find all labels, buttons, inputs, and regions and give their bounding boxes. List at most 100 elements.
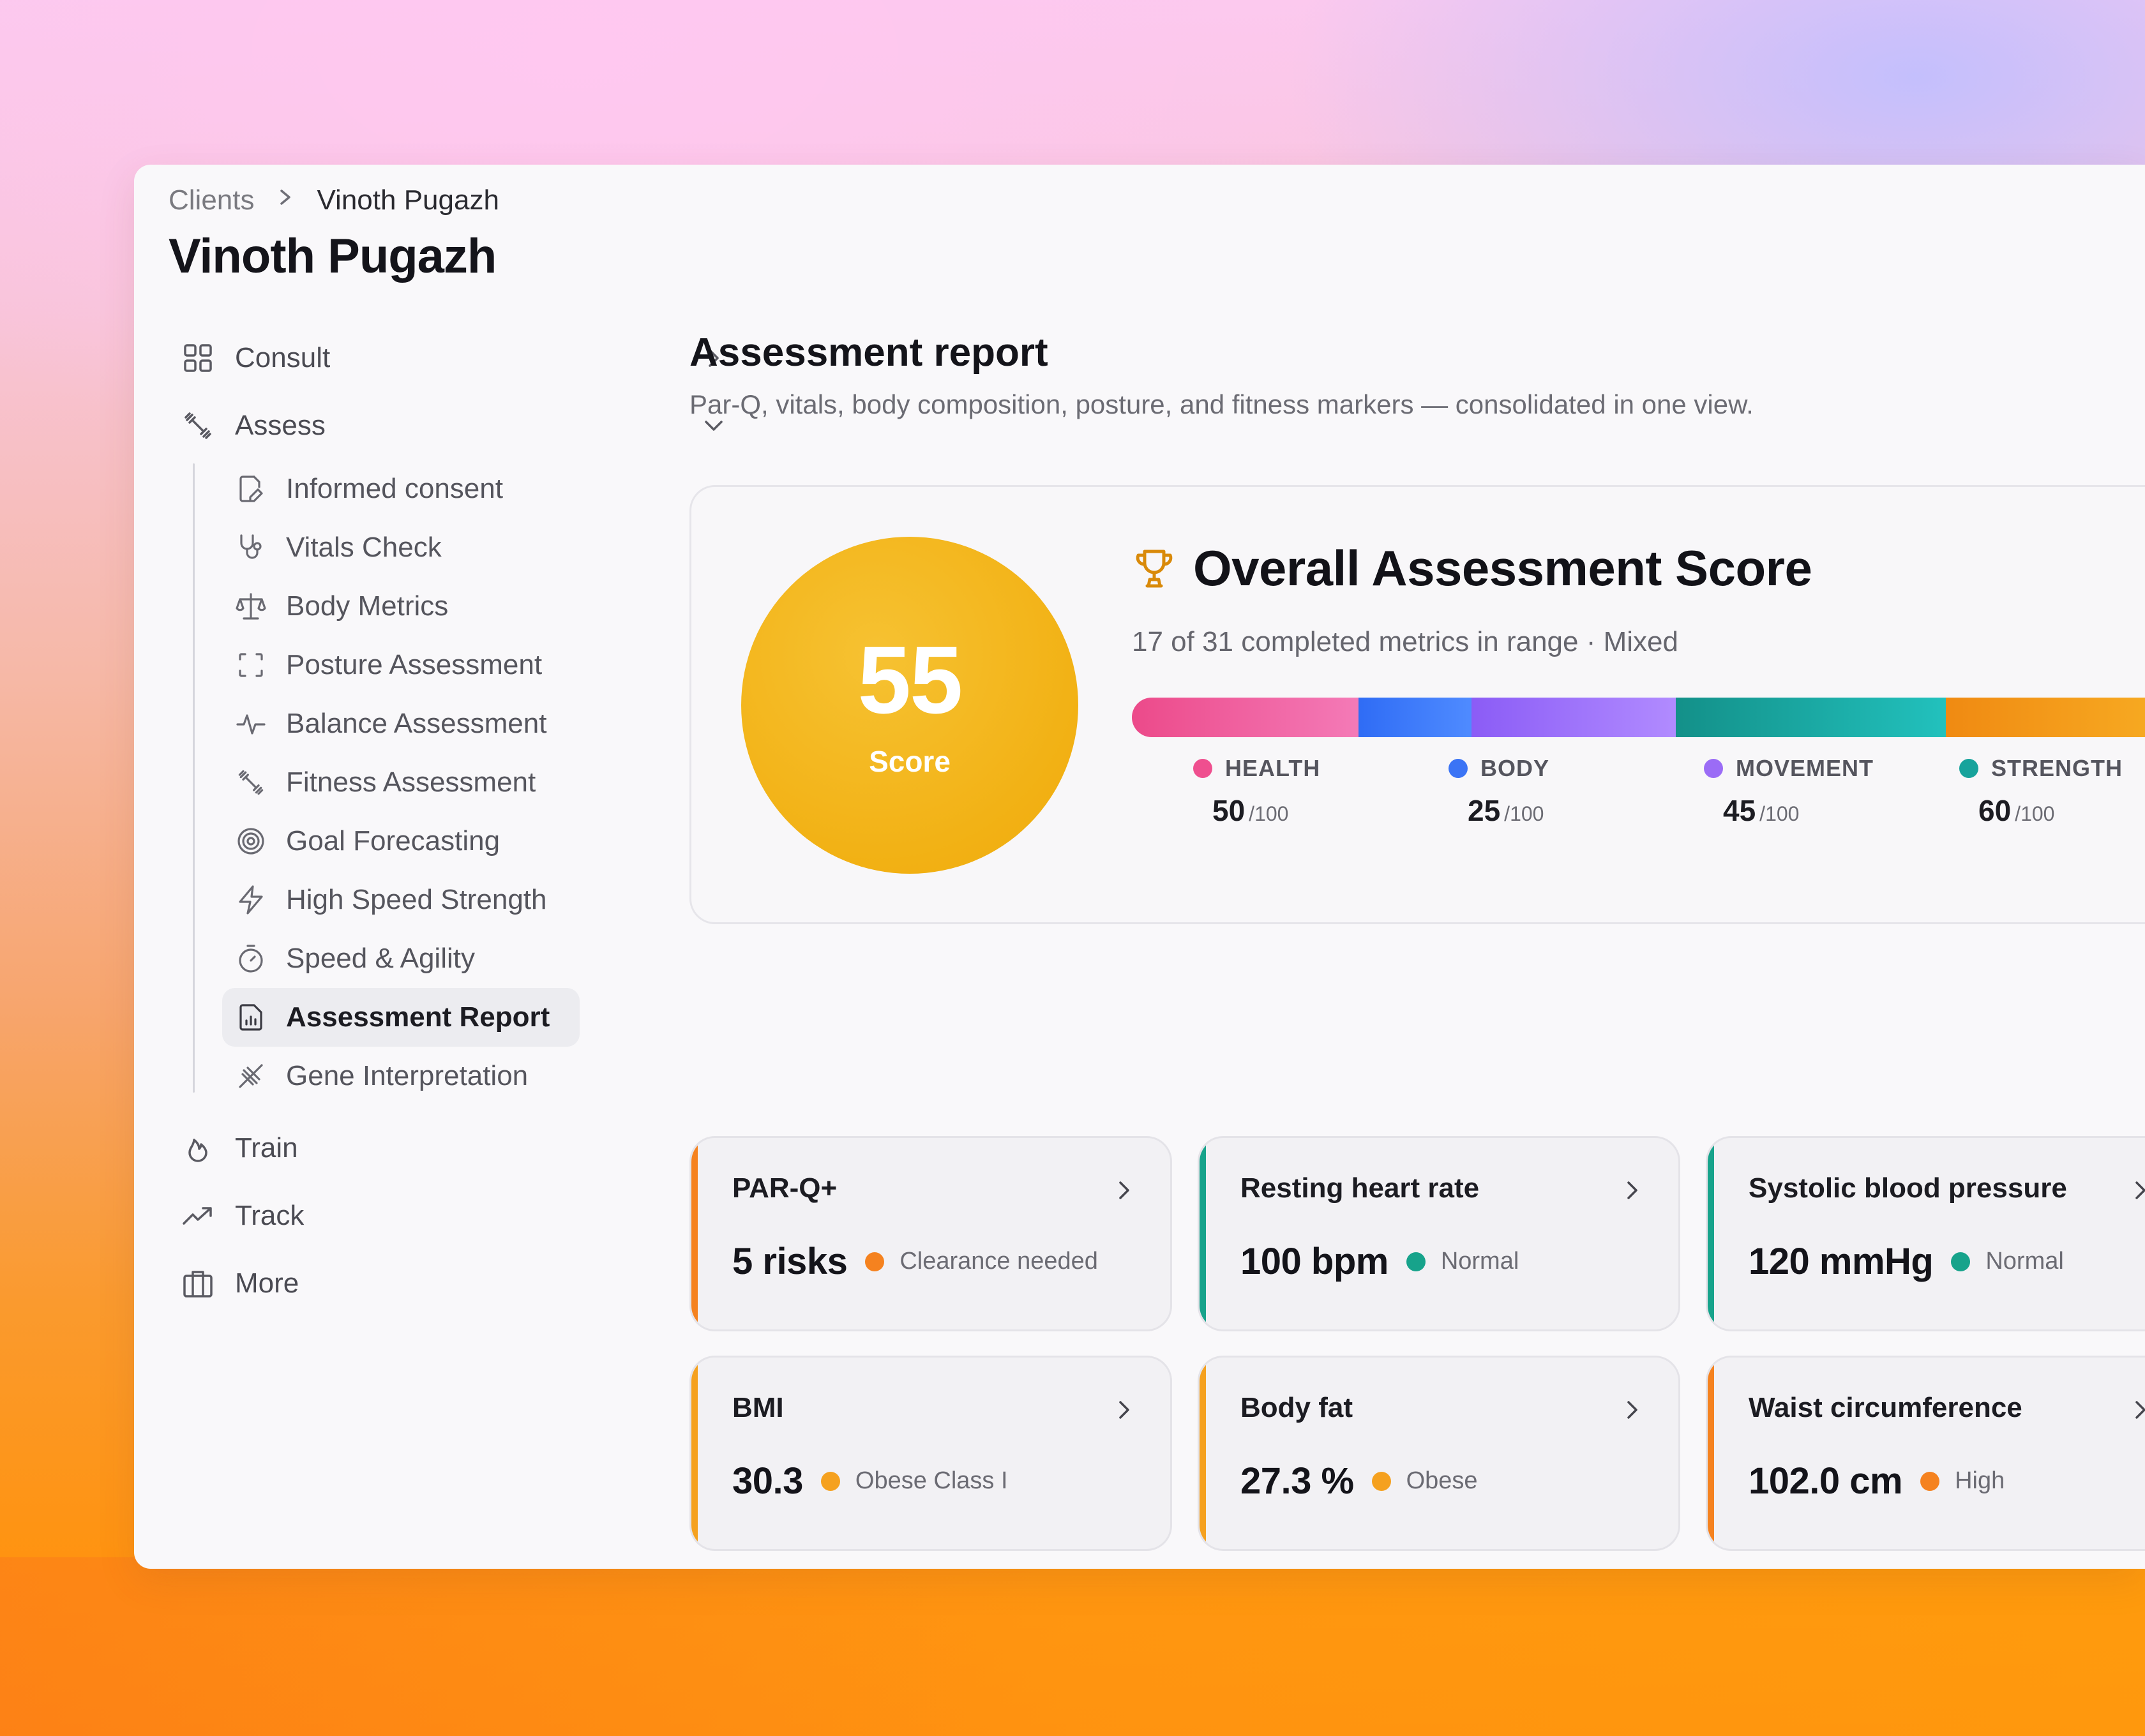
sidebar: Consult Assess Informed consent Vitals C… [179,324,741,1317]
chevron-right-icon [1119,1401,1129,1419]
score-bar-segment-health [1132,698,1358,737]
card-title: Systolic blood pressure [1749,1172,2067,1204]
background-band [0,1557,2145,1736]
sidebar-item-goal-forecasting[interactable]: Goal Forecasting [222,812,580,871]
sidebar-item-track[interactable]: Track [179,1182,741,1250]
legend-unit: /100 [1759,802,1800,825]
dna-icon [232,1058,269,1095]
overall-score-heading: Overall Assessment Score [1132,539,1812,597]
score-legend: HEALTH 50/100 BODY 25/100 MOVEMENT 45/100 STRE… [1132,755,2145,828]
sidebar-item-vitals-check[interactable]: Vitals Check [222,518,580,577]
sidebar-item-assess[interactable]: Assess [179,392,741,460]
section-subtitle: Par-Q, vitals, body composition, posture… [689,389,1754,419]
sidebar-item-label: More [235,1268,299,1299]
score-value: 55 [857,626,963,733]
card-status: Normal [1985,1248,2064,1275]
legend-value: 25/100 [1449,793,1643,828]
overall-score-card: 55 Score Overall Assessment Score 17 of … [689,485,2145,924]
sidebar-item-label: Balance Assessment [286,708,547,739]
card-value: 27.3 % [1240,1460,1354,1502]
sidebar-item-label: Posture Assessment [286,649,543,680]
card-value: 5 risks [732,1241,848,1282]
lightning-icon [232,881,269,918]
card-status: High [1955,1467,2005,1494]
legend-item-health: HEALTH 50/100 [1132,755,1387,828]
card-value-row: 120 mmHg Normal [1749,1240,2064,1283]
card-value-row: 5 risks Clearance needed [732,1240,1098,1283]
status-dot [1920,1471,1940,1491]
card-value-row: 102.0 cm High [1749,1460,2005,1502]
sidebar-item-gene-interpretation[interactable]: Gene Interpretation [222,1047,580,1105]
briefcase-icon [179,1264,217,1303]
sidebar-item-label: Track [235,1200,305,1231]
legend-dot [1193,759,1212,778]
flame-icon [179,1129,217,1167]
legend-unit: /100 [1504,802,1544,825]
legend-unit: /100 [1249,802,1289,825]
legend-score: 50 [1212,794,1246,827]
sidebar-item-label: Assessment Report [286,1001,550,1033]
sidebar-item-high-speed-strength[interactable]: High Speed Strength [222,871,580,929]
dumbbell-icon [232,764,269,801]
breadcrumb-current: Vinoth Pugazh [317,184,499,216]
score-circle: 55 Score [741,537,1078,874]
breadcrumb-clients-link[interactable]: Clients [169,184,255,216]
metric-card[interactable]: Body fat 27.3 % Obese [1198,1356,1680,1551]
card-accent [1200,1138,1206,1329]
card-title: Waist circumference [1749,1392,2022,1423]
section-title: Assessment report [689,331,1048,375]
trophy-icon [1136,550,1173,587]
app-window: Clients Vinoth Pugazh Vinoth Pugazh Cons… [134,165,2145,1569]
sidebar-item-body-metrics[interactable]: Body Metrics [222,577,580,636]
card-value: 30.3 [732,1460,803,1502]
status-dot [865,1252,885,1271]
sidebar-item-consult[interactable]: Consult [179,324,741,392]
legend-value: 60/100 [1959,793,2145,828]
card-accent [1708,1358,1714,1549]
sidebar-item-balance-assessment[interactable]: Balance Assessment [222,694,580,753]
chevron-right-icon [1119,1181,1129,1199]
metric-card[interactable]: PAR-Q+ 5 risks Clearance needed [689,1136,1172,1331]
score-bar-segment-movement [1471,698,1676,737]
legend-item-movement: MOVEMENT 45/100 [1643,755,1898,828]
card-status: Clearance needed [899,1248,1098,1275]
legend-item-body: BODY 25/100 [1387,755,1643,828]
card-title: Resting heart rate [1240,1172,1480,1204]
status-dot [1406,1252,1426,1271]
card-accent [691,1138,698,1329]
sidebar-item-train[interactable]: Train [179,1114,741,1182]
legend-name: HEALTH [1225,755,1321,781]
score-progress-bar [1132,698,2145,737]
metric-card[interactable]: Waist circumference 102.0 cm High [1706,1356,2145,1551]
status-dot [1951,1252,1971,1271]
scale-icon [232,588,269,625]
assess-submenu: Informed consent Vitals Check Body Metri… [179,460,741,1105]
main-content: Assessment report Par-Q, vitals, body co… [689,324,2145,1551]
sidebar-item-label: Fitness Assessment [286,767,536,798]
metric-card[interactable]: Systolic blood pressure 120 mmHg Normal [1706,1136,2145,1331]
stethoscope-icon [232,529,269,566]
metric-card[interactable]: Resting heart rate 100 bpm Normal [1198,1136,1680,1331]
submenu-rail [193,463,195,1093]
target-icon [232,823,269,860]
legend-item-strength: STRENGTH 60/100 [1898,755,2145,828]
stopwatch-icon [232,940,269,977]
sidebar-item-posture-assessment[interactable]: Posture Assessment [222,636,580,694]
activity-icon [232,705,269,742]
metric-card[interactable]: BMI 30.3 Obese Class I [689,1356,1172,1551]
chevron-right-icon [1627,1181,1637,1199]
sidebar-item-informed-consent[interactable]: Informed consent [222,460,580,518]
report-icon [232,999,269,1036]
chevron-right-icon [1627,1401,1637,1419]
sidebar-item-label: Body Metrics [286,590,449,622]
sidebar-item-more[interactable]: More [179,1250,741,1317]
breadcrumb: Clients Vinoth Pugazh [169,181,499,220]
legend-label: BODY [1449,755,1643,782]
status-dot [1371,1471,1391,1491]
sidebar-item-speed-agility[interactable]: Speed & Agility [222,929,580,988]
card-value-row: 100 bpm Normal [1240,1240,1519,1283]
sidebar-item-label: Vitals Check [286,532,442,563]
sidebar-item-label: Speed & Agility [286,943,475,974]
sidebar-item-assessment-report[interactable]: Assessment Report [222,988,580,1047]
sidebar-item-fitness-assessment[interactable]: Fitness Assessment [222,753,580,812]
